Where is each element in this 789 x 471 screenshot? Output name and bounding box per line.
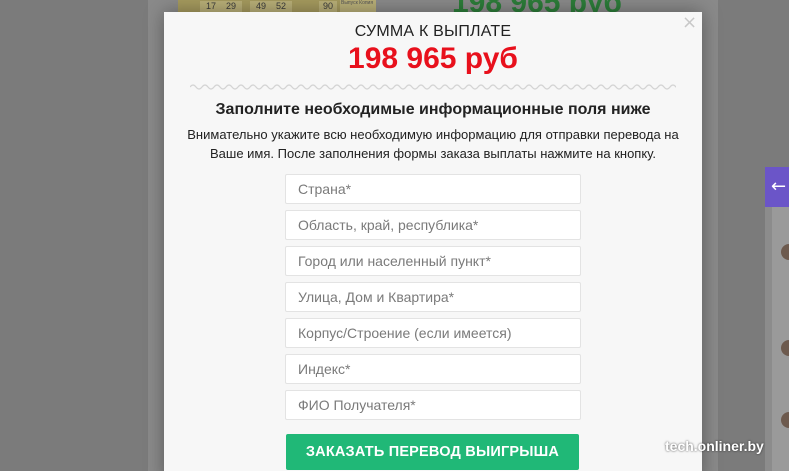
region-field[interactable]: [285, 210, 581, 240]
ticket-number: 52: [270, 1, 292, 12]
payout-amount: 198 965 руб: [348, 42, 518, 75]
country-field[interactable]: [285, 174, 581, 204]
wavy-divider: [190, 84, 676, 90]
ticket-number: 17: [200, 1, 222, 12]
form-description: Внимательно укажите всю необходимую инфо…: [187, 127, 679, 161]
city-field[interactable]: [285, 246, 581, 276]
street-field[interactable]: [285, 282, 581, 312]
order-transfer-button[interactable]: ЗАКАЗАТЬ ПЕРЕВОД ВЫИГРЫША: [286, 434, 579, 470]
background-ticket-caption: Выпуск Копия: [340, 0, 376, 12]
ticket-number: 49: [250, 1, 272, 12]
side-widget-back-button[interactable]: ←: [765, 167, 789, 207]
zip-field[interactable]: [285, 354, 581, 384]
recipient-name-field[interactable]: [285, 390, 581, 420]
ticket-number: 29: [220, 1, 242, 12]
sum-label: СУММА К ВЫПЛАТЕ: [354, 23, 512, 40]
ticket-number: 90: [319, 1, 337, 12]
form-title: Заполните необходимые информационные пол…: [215, 101, 651, 118]
background-lottery-ticket: 17 29 49 52: [178, 0, 338, 12]
payout-modal: × СУММА К ВЫПЛАТЕ 198 965 руб Заполните …: [164, 12, 702, 471]
watermark: tech.onliner.by: [665, 438, 764, 454]
building-field[interactable]: [285, 318, 581, 348]
arrow-left-icon: ←: [771, 176, 787, 197]
